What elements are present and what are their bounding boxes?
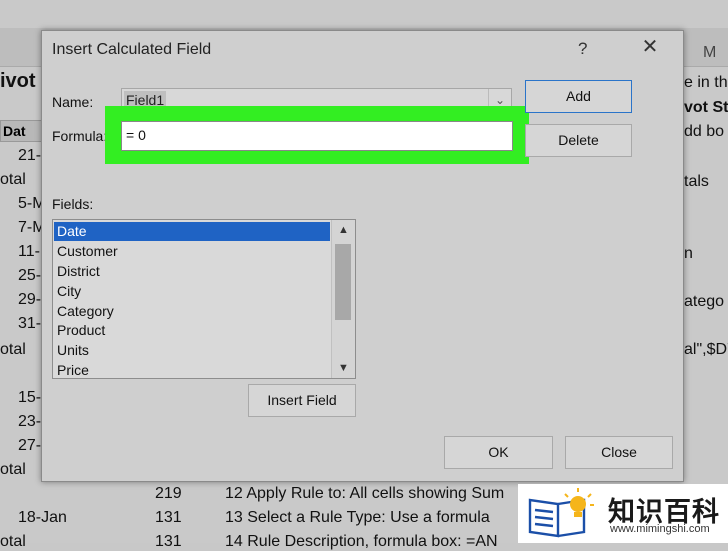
list-item[interactable]: Product — [54, 321, 330, 340]
cell-right-5[interactable]: atego — [684, 293, 724, 311]
list-item[interactable]: Price — [54, 361, 330, 378]
fields-listbox[interactable]: Date Customer District City Category Pro… — [52, 219, 356, 379]
pivot-title: ivot — [0, 70, 36, 92]
name-label: Name: — [52, 94, 94, 110]
cell-left-6[interactable]: 29- — [18, 291, 41, 309]
cell-bottom-2-b[interactable]: 131 — [155, 533, 182, 551]
date-header-cell[interactable]: Dat — [0, 120, 44, 142]
cell-bottom-1-a[interactable]: 18-Jan — [18, 509, 67, 527]
column-m-header[interactable]: M — [703, 44, 716, 62]
scroll-up-icon[interactable]: ▲ — [332, 220, 355, 240]
insert-field-button[interactable]: Insert Field — [248, 384, 356, 417]
scroll-down-icon[interactable]: ▼ — [332, 358, 355, 378]
help-button[interactable]: ? — [578, 39, 587, 59]
list-item[interactable]: District — [54, 262, 330, 281]
cell-left-8[interactable]: otal — [0, 341, 26, 359]
cell-left-11[interactable]: 27- — [18, 437, 41, 455]
list-item[interactable]: Customer — [54, 242, 330, 261]
cell-left-10[interactable]: 23- — [18, 413, 41, 431]
cell-left-12[interactable]: otal — [0, 461, 26, 479]
fields-label: Fields: — [52, 196, 94, 212]
cell-bottom-0-c[interactable]: 12 Apply Rule to: All cells showing Sum — [225, 485, 504, 503]
delete-button[interactable]: Delete — [525, 124, 632, 157]
book-lightbulb-icon — [528, 488, 594, 538]
cell-bottom-1-c[interactable]: 13 Select a Rule Type: Use a formula — [225, 509, 490, 527]
cell-bottom-2-c[interactable]: 14 Rule Description, formula box: =AN — [225, 533, 498, 551]
scroll-thumb[interactable] — [335, 244, 351, 320]
cell-left-4[interactable]: 11- — [18, 243, 40, 261]
cell-left-5[interactable]: 25- — [18, 267, 41, 285]
formula-highlight: = 0 — [105, 106, 529, 164]
cell-left-9[interactable]: 15- — [18, 389, 41, 407]
cell-left-7[interactable]: 31- — [18, 315, 41, 333]
cell-right-2[interactable]: dd bo — [684, 123, 724, 141]
cell-left-1[interactable]: otal — [0, 171, 26, 189]
fields-scrollbar[interactable]: ▲ ▼ — [331, 220, 355, 378]
cell-right-1[interactable]: vot Sty — [684, 99, 728, 117]
close-icon[interactable]: ✕ — [640, 37, 660, 57]
list-item[interactable]: Date — [54, 222, 330, 241]
formula-input[interactable]: = 0 — [121, 121, 513, 151]
cell-bottom-0-b[interactable]: 219 — [155, 485, 182, 503]
cell-left-0[interactable]: 21- — [18, 147, 41, 165]
cell-bottom-2-a[interactable]: otal — [0, 533, 26, 551]
close-button[interactable]: Close — [565, 436, 673, 469]
logo-url: www.mimingshi.com — [610, 523, 710, 535]
cell-bottom-1-b[interactable]: 131 — [155, 509, 182, 527]
cell-right-0[interactable]: e in th — [684, 74, 728, 92]
cell-right-3[interactable]: tals — [684, 173, 709, 191]
list-item[interactable]: City — [54, 282, 330, 301]
add-button[interactable]: Add — [525, 80, 632, 113]
formula-label: Formula: — [52, 128, 108, 144]
insert-calculated-field-dialog: Insert Calculated Field ? ✕ Name: Field1… — [41, 30, 684, 482]
list-item[interactable]: Units — [54, 341, 330, 360]
list-item[interactable]: Category — [54, 302, 330, 321]
cell-right-6[interactable]: al",$D7 — [684, 341, 728, 359]
cell-right-4[interactable]: n — [684, 245, 693, 263]
ok-button[interactable]: OK — [444, 436, 553, 469]
dialog-title: Insert Calculated Field — [52, 41, 212, 58]
watermark-logo: 知识百科 www.mimingshi.com — [518, 484, 728, 543]
